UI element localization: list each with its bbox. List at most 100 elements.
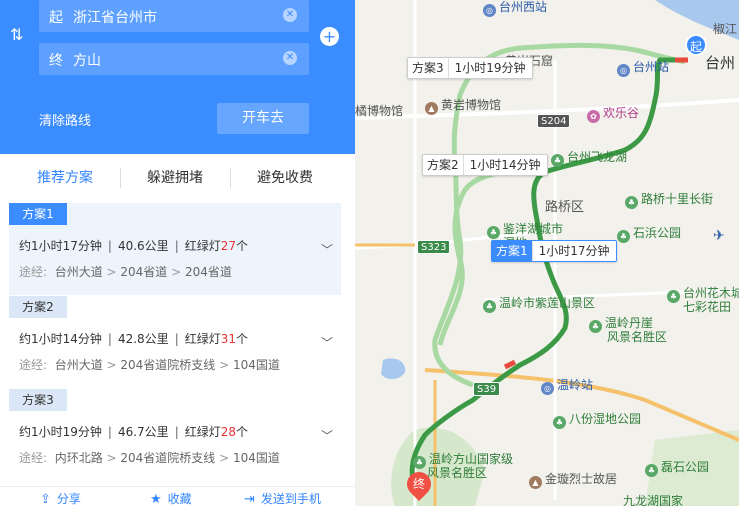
poi-label[interactable]: ▲ 黄岩博物馆 xyxy=(425,96,501,115)
poi-label: 九龙湖国家 xyxy=(623,494,684,506)
drive-button[interactable]: 开车去 xyxy=(217,103,309,134)
via-road: 内环北路 xyxy=(54,451,103,465)
city-label: 台州 xyxy=(705,54,736,72)
plan-time: 约1小时14分钟 xyxy=(19,332,102,346)
district-label: 路桥区 xyxy=(545,200,585,215)
tab-recommended[interactable]: 推荐方案 xyxy=(10,162,120,194)
memorial-icon: ▲ xyxy=(529,476,542,489)
start-field[interactable]: 起 浙江省台州市 ✕ xyxy=(39,0,309,32)
tab-avoid-toll[interactable]: 避免收费 xyxy=(230,162,340,194)
poi-label[interactable]: ♣ 磊石公园 xyxy=(645,458,709,477)
poi-label[interactable]: ▲ 金璇烈士故居 xyxy=(529,470,617,489)
via-road: 台州大道 xyxy=(54,358,103,372)
start-value: 浙江省台州市 xyxy=(73,10,157,26)
route-congestion xyxy=(503,359,517,370)
plan-card-2[interactable]: 方案2 约1小时14分钟 | 42.8公里 | 红绿灯31个 途经: 台州大道 > 20… xyxy=(9,296,341,388)
poi-label[interactable]: ✿ 欢乐谷 xyxy=(587,104,639,123)
plan-badge: 方案1 xyxy=(9,203,67,225)
favorite-button[interactable]: ★ 收藏 xyxy=(150,490,192,506)
end-marker[interactable]: 终 xyxy=(402,467,436,501)
clear-route-link[interactable]: 清除路线 xyxy=(39,110,91,129)
send-label: 发送到手机 xyxy=(260,492,321,506)
road-shield: S39 xyxy=(473,382,501,396)
plan-lights-unit: 个 xyxy=(236,332,249,346)
plan-summary: 约1小时17分钟 | 40.6公里 | 红绿灯27个 xyxy=(19,239,249,253)
poi-label[interactable]: ♣ 石浜公园 xyxy=(617,224,681,243)
plan-card-3[interactable]: 方案3 约1小时19分钟 | 46.7公里 | 红绿灯28个 途经: 内环北路 > 20… xyxy=(9,389,341,481)
amusement-icon: ✿ xyxy=(587,110,600,123)
poi-label[interactable]: ◎ 温岭站 xyxy=(541,376,593,395)
end-marker-label: 终 xyxy=(412,477,425,491)
plan-badge: 方案2 xyxy=(9,296,67,318)
route-tag-3[interactable]: 方案3 1小时19分钟 xyxy=(407,57,533,79)
plan-lights-label: 红绿灯 xyxy=(184,332,221,346)
train-icon: ◎ xyxy=(541,382,554,395)
via-road: 204省道 xyxy=(120,265,168,279)
route-tag-2[interactable]: 方案2 1小时14分钟 xyxy=(422,154,548,176)
start-tag: 起 xyxy=(49,10,63,26)
star-icon: ★ xyxy=(150,492,162,506)
park-icon: ♣ xyxy=(413,456,426,469)
route-panel: ⇅ 起 浙江省台州市 ✕ 终 方山 ✕ + 清除路线 开车去 推荐方案 躲避拥堵… xyxy=(0,0,355,506)
clear-end-icon[interactable]: ✕ xyxy=(283,51,297,65)
poi-label[interactable]: ◎ 台州西站 xyxy=(483,0,547,17)
plan-lights-count: 31 xyxy=(220,332,237,346)
chevron-down-icon[interactable]: ﹀ xyxy=(321,334,333,351)
end-field[interactable]: 终 方山 ✕ xyxy=(39,43,309,75)
poi-label[interactable]: ♣ 温岭市紫莲山景区 xyxy=(483,294,595,313)
route-tag-name: 方案1 xyxy=(492,241,533,261)
clear-start-icon[interactable]: ✕ xyxy=(283,8,297,22)
poi-label[interactable]: ♣ 八份湿地公园 xyxy=(553,410,641,429)
plan-lights-count: 27 xyxy=(220,239,237,253)
route-tag-time: 1小时14分钟 xyxy=(469,158,541,172)
share-button[interactable]: ⇪ 分享 xyxy=(40,490,81,506)
add-waypoint-icon[interactable]: + xyxy=(320,27,339,46)
via-label: 途经: xyxy=(19,265,48,279)
plan-via: 途经: 内环北路 > 204省道院桥支线 > 104国道 xyxy=(19,451,280,465)
plan-distance: 42.8公里 xyxy=(117,332,169,346)
plan-via: 途经: 台州大道 > 204省道 > 204省道 xyxy=(19,265,232,279)
send-to-phone-button[interactable]: ⇥ 发送到手机 xyxy=(244,490,321,506)
park-icon: ♣ xyxy=(483,300,496,313)
via-label: 途经: xyxy=(19,358,48,372)
place-label: 椒江 xyxy=(713,22,738,36)
panel-footer: ⇪ 分享 ★ 收藏 ⇥ 发送到手机 xyxy=(0,486,355,506)
route-tag-1[interactable]: 方案1 1小时17分钟 xyxy=(491,240,617,262)
plan-distance: 40.6公里 xyxy=(117,239,169,253)
museum-icon: ▲ xyxy=(425,102,438,115)
park-icon: ♣ xyxy=(551,154,564,167)
route-tabs: 推荐方案 躲避拥堵 避免收费 xyxy=(0,162,355,194)
start-marker[interactable]: 起 xyxy=(685,34,707,56)
plan-distance: 46.7公里 xyxy=(117,425,169,439)
poi-label[interactable]: 橘博物馆 xyxy=(355,102,403,119)
route-tag-time: 1小时19分钟 xyxy=(454,61,526,75)
send-icon: ⇥ xyxy=(244,492,255,506)
chevron-down-icon[interactable]: ﹀ xyxy=(321,427,333,444)
plan-lights-count: 28 xyxy=(220,425,237,439)
route-tag-time: 1小时17分钟 xyxy=(538,244,610,258)
end-value: 方山 xyxy=(73,53,101,69)
park-icon: ♣ xyxy=(617,230,630,243)
share-icon: ⇪ xyxy=(40,492,51,506)
end-tag: 终 xyxy=(49,53,63,69)
favorite-label: 收藏 xyxy=(167,492,192,506)
chevron-down-icon[interactable]: ﹀ xyxy=(321,241,333,258)
via-road: 台州大道 xyxy=(54,265,103,279)
poi-label: 风景名胜区 xyxy=(427,466,488,480)
poi-label[interactable]: ♣ 路桥十里长街 xyxy=(625,190,713,209)
park-icon: ♣ xyxy=(667,290,680,303)
plan-card-1[interactable]: 方案1 约1小时17分钟 | 40.6公里 | 红绿灯27个 途经: 台州大道 > 20… xyxy=(9,203,341,295)
via-road: 104国道 xyxy=(232,451,280,465)
map-canvas[interactable]: ◎台州西站 椒江 黄岩石窟 ◎台州站 台州 橘博物馆 ▲黄岩博物馆 ✿欢乐谷 ♣… xyxy=(355,0,739,506)
tab-avoid-congestion[interactable]: 躲避拥堵 xyxy=(120,162,230,194)
train-icon: ◎ xyxy=(617,64,630,77)
route-header: ⇅ 起 浙江省台州市 ✕ 终 方山 ✕ + 清除路线 开车去 xyxy=(0,0,355,154)
lake-area xyxy=(381,358,406,380)
poi-label[interactable]: ◎ 台州站 xyxy=(617,58,669,77)
route-tag-name: 方案2 xyxy=(423,155,464,175)
swap-icon[interactable]: ⇅ xyxy=(10,26,28,44)
airport-icon[interactable]: ✈ xyxy=(713,228,725,244)
via-road: 104国道 xyxy=(232,358,280,372)
share-label: 分享 xyxy=(56,492,81,506)
poi-label[interactable]: ♣ 台州飞龙湖 xyxy=(551,148,627,167)
